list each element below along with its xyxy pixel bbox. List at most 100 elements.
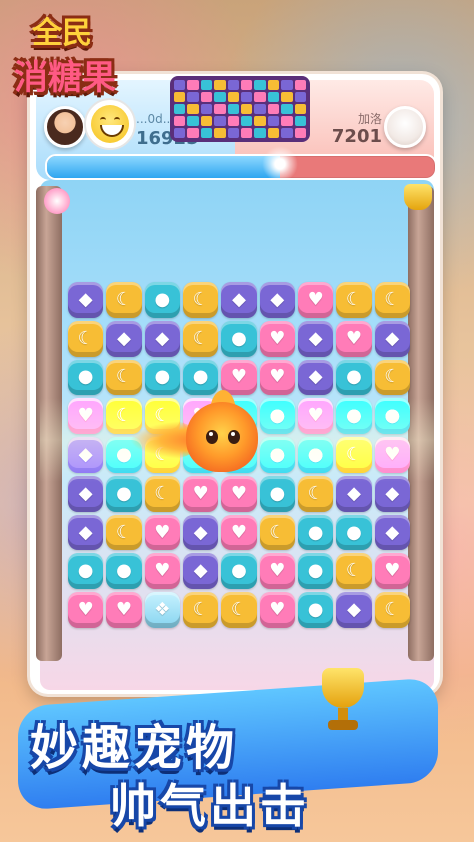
match-progress-fill: [47, 156, 280, 178]
board-tile-pink[interactable]: ♥: [144, 553, 180, 590]
mini-board-cell: [187, 80, 199, 90]
yellow-candy-icon: ☾: [115, 405, 133, 427]
board-tile-yellow[interactable]: ☾: [297, 475, 334, 512]
board-tile-purple[interactable]: ◆: [68, 475, 104, 512]
board-tile-purple[interactable]: ◆: [144, 320, 180, 357]
teal-candy-icon: ●: [192, 366, 209, 388]
yellow-candy-icon: ☾: [154, 482, 171, 504]
board-tile-pink[interactable]: ♥: [68, 592, 104, 628]
pink-candy-icon: ♥: [307, 288, 324, 310]
board-tile-yellow[interactable]: ☾: [336, 437, 372, 473]
board-tile-purple[interactable]: ◆: [182, 553, 219, 590]
board-tile-pink[interactable]: ♥: [374, 553, 410, 590]
purple-candy-icon: ◆: [385, 521, 400, 543]
board-tile-pink[interactable]: ♥: [259, 592, 295, 628]
match-progress-bar: [45, 154, 437, 180]
mini-board-cell: [254, 128, 266, 138]
board-tile-teal[interactable]: ●: [221, 553, 257, 590]
board-tile-purple[interactable]: ◆: [336, 592, 372, 628]
pink-candy-icon: ♥: [384, 443, 401, 465]
board-tile-pink[interactable]: ♥: [374, 437, 410, 473]
teal-candy-icon: ●: [116, 560, 132, 582]
board-tile-pink[interactable]: ♥: [259, 320, 295, 357]
board-tile-teal[interactable]: ●: [68, 553, 104, 590]
board-tile-yellow[interactable]: ☾: [106, 282, 142, 318]
board-tile-yellow[interactable]: ☾: [374, 359, 410, 396]
board-tile-purple[interactable]: ◆: [336, 475, 372, 512]
board-tile-yellow[interactable]: ☾: [336, 553, 372, 590]
board-tile-teal[interactable]: ●: [144, 359, 180, 396]
board-tile-yellow[interactable]: ☾: [221, 592, 257, 628]
player-right-avatar[interactable]: [384, 106, 426, 148]
board-tile-ice[interactable]: ❖: [144, 592, 180, 628]
board-tile-pink[interactable]: ♥: [221, 514, 257, 551]
board-tile-purple[interactable]: ◆: [297, 359, 334, 396]
board-tile-purple[interactable]: ◆: [374, 320, 410, 357]
yellow-candy-icon: ☾: [192, 288, 209, 310]
board-tile-yellow[interactable]: ☾: [144, 475, 180, 512]
board-tile-yellow[interactable]: ☾: [182, 282, 219, 318]
purple-candy-icon: ◆: [308, 366, 323, 388]
board-tile-purple[interactable]: ◆: [68, 514, 104, 551]
pink-candy-icon: ♥: [269, 327, 286, 349]
board-tile-teal[interactable]: ●: [374, 398, 410, 435]
board-tile-yellow[interactable]: ☾: [182, 320, 219, 357]
board-tile-purple[interactable]: ◆: [68, 282, 104, 318]
board-tile-yellow[interactable]: ☾: [374, 282, 410, 318]
yellow-candy-icon: ☾: [269, 521, 286, 543]
board-tile-teal[interactable]: ●: [336, 359, 372, 396]
mini-board-cell: [200, 116, 213, 126]
yellow-candy-icon: ☾: [384, 366, 401, 388]
board-tile-yellow[interactable]: ☾: [259, 514, 295, 551]
board-tile-teal[interactable]: ●: [68, 359, 104, 396]
right-pillar: [408, 186, 434, 661]
board-tile-pink[interactable]: ♥: [221, 475, 257, 512]
board-tile-purple[interactable]: ◆: [259, 282, 295, 318]
board-tile-yellow[interactable]: ☾: [336, 282, 372, 318]
mini-board-cell: [294, 80, 306, 90]
board-tile-purple[interactable]: ◆: [374, 475, 410, 512]
board-tile-teal[interactable]: ●: [259, 475, 295, 512]
board-tile-yellow[interactable]: ☾: [374, 592, 410, 628]
board-tile-teal[interactable]: ●: [297, 514, 334, 551]
board-tile-teal[interactable]: ●: [336, 398, 372, 435]
board-tile-pink[interactable]: ♥: [68, 398, 104, 435]
mini-board-cell: [240, 80, 253, 90]
board-tile-teal[interactable]: ●: [297, 553, 334, 590]
mini-board-cell: [227, 128, 239, 138]
board-tile-purple[interactable]: ◆: [297, 320, 334, 357]
teal-candy-icon: ●: [231, 327, 247, 349]
board-tile-teal[interactable]: ●: [297, 437, 334, 473]
mini-board-cell: [254, 116, 266, 126]
board-tile-pink[interactable]: ♥: [297, 282, 334, 318]
board-tile-pink[interactable]: ♥: [259, 553, 295, 590]
board-tile-teal[interactable]: ●: [106, 475, 142, 512]
board-tile-yellow[interactable]: ☾: [68, 320, 104, 357]
emoji-bubble[interactable]: [84, 98, 136, 150]
smile-icon: [91, 105, 129, 143]
board-tile-yellow[interactable]: ☾: [106, 514, 142, 551]
board-tile-purple[interactable]: ◆: [68, 437, 104, 473]
board-tile-teal[interactable]: ●: [336, 514, 372, 551]
board-tile-pink[interactable]: ♥: [144, 514, 180, 551]
board-tile-teal[interactable]: ●: [106, 553, 142, 590]
teal-candy-icon: ●: [116, 443, 132, 465]
board-tile-pink[interactable]: ♥: [336, 320, 372, 357]
teal-candy-icon: ●: [307, 443, 324, 465]
board-tile-purple[interactable]: ◆: [106, 320, 142, 357]
board-tile-yellow[interactable]: ☾: [182, 592, 219, 628]
board-tile-teal[interactable]: ●: [221, 320, 257, 357]
board-tile-pink[interactable]: ♥: [182, 475, 219, 512]
board-tile-purple[interactable]: ◆: [182, 514, 219, 551]
board-tile-pink[interactable]: ♥: [106, 592, 142, 628]
board-tile-purple[interactable]: ◆: [374, 514, 410, 551]
board-tile-teal[interactable]: ●: [297, 592, 334, 628]
board-tile-yellow[interactable]: ☾: [106, 359, 142, 396]
board-tile-purple[interactable]: ◆: [221, 282, 257, 318]
slogan-line2: 帅气出击: [110, 779, 310, 833]
game-logo: 全民 消糖果: [10, 6, 130, 98]
player-left-avatar[interactable]: [44, 106, 86, 148]
board-tile-pink[interactable]: ♥: [297, 398, 334, 435]
board-tile-teal[interactable]: ●: [144, 282, 180, 318]
mini-board-cell: [294, 92, 306, 102]
